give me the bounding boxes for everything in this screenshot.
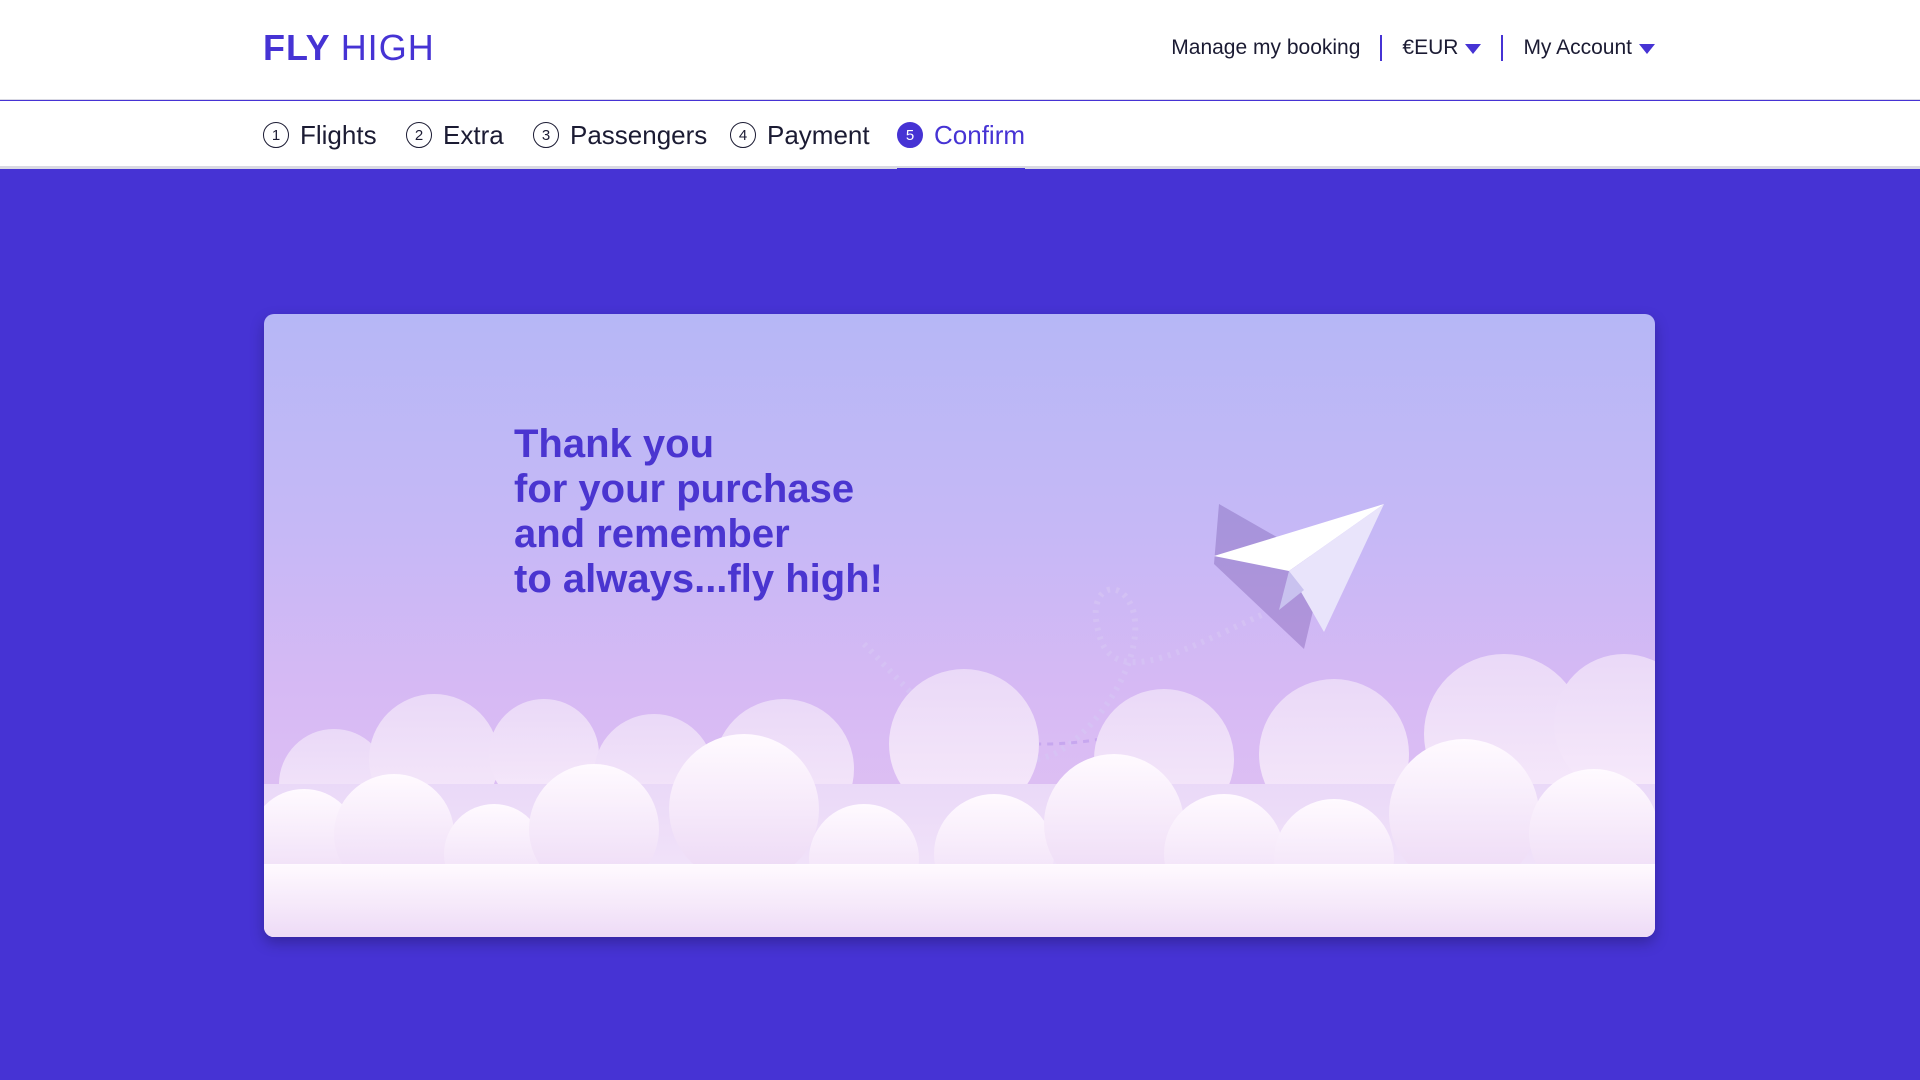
step-passengers[interactable]: 3 Passengers (533, 101, 707, 169)
top-header: FLY HIGH Manage my booking €EUR My Accou… (0, 0, 1920, 100)
thank-you-line: Thank you (514, 422, 715, 466)
currency-label: €EUR (1402, 36, 1459, 59)
manage-booking-link[interactable]: Manage my booking (1171, 36, 1360, 60)
step-number: 2 (406, 122, 432, 148)
step-number: 1 (263, 122, 289, 148)
step-flights[interactable]: 1 Flights (263, 101, 377, 169)
top-navigation: Manage my booking €EUR My Account (1171, 30, 1655, 66)
confirmation-card: Thank you for your purchase and remember… (264, 314, 1655, 937)
caret-down-icon (1639, 44, 1655, 54)
booking-steps: 1 Flights 2 Extra 3 Passengers 4 Payment… (0, 101, 1920, 172)
nav-divider (1501, 35, 1504, 61)
step-number: 3 (533, 122, 559, 148)
logo-bold-text: FLY (263, 27, 331, 68)
step-label: Flights (300, 119, 377, 150)
paper-plane-icon (1214, 504, 1384, 649)
brand-logo[interactable]: FLY HIGH (263, 27, 435, 68)
step-confirm[interactable]: 5 Confirm (897, 101, 1026, 172)
step-label: Passengers (570, 119, 708, 150)
step-label: Extra (443, 119, 504, 150)
currency-selector[interactable]: €EUR (1402, 36, 1482, 60)
thank-you-message: Thank you for your purchase and remember… (514, 422, 883, 602)
account-label: My Account (1523, 36, 1632, 59)
thank-you-line: for your purchase (514, 467, 855, 511)
thank-you-line: to always...fly high! (514, 557, 883, 601)
step-label: Payment (767, 119, 870, 150)
step-label: Confirm (934, 119, 1026, 150)
clouds-illustration (264, 504, 1655, 937)
logo-light-text: HIGH (340, 27, 435, 68)
thank-you-line: and remember (514, 512, 790, 556)
step-extra[interactable]: 2 Extra (406, 101, 504, 169)
caret-down-icon (1465, 44, 1482, 54)
step-payment[interactable]: 4 Payment (730, 101, 870, 169)
nav-divider (1380, 35, 1383, 61)
step-number: 4 (730, 122, 756, 148)
my-account-menu[interactable]: My Account (1523, 36, 1655, 60)
step-number: 5 (897, 122, 923, 148)
